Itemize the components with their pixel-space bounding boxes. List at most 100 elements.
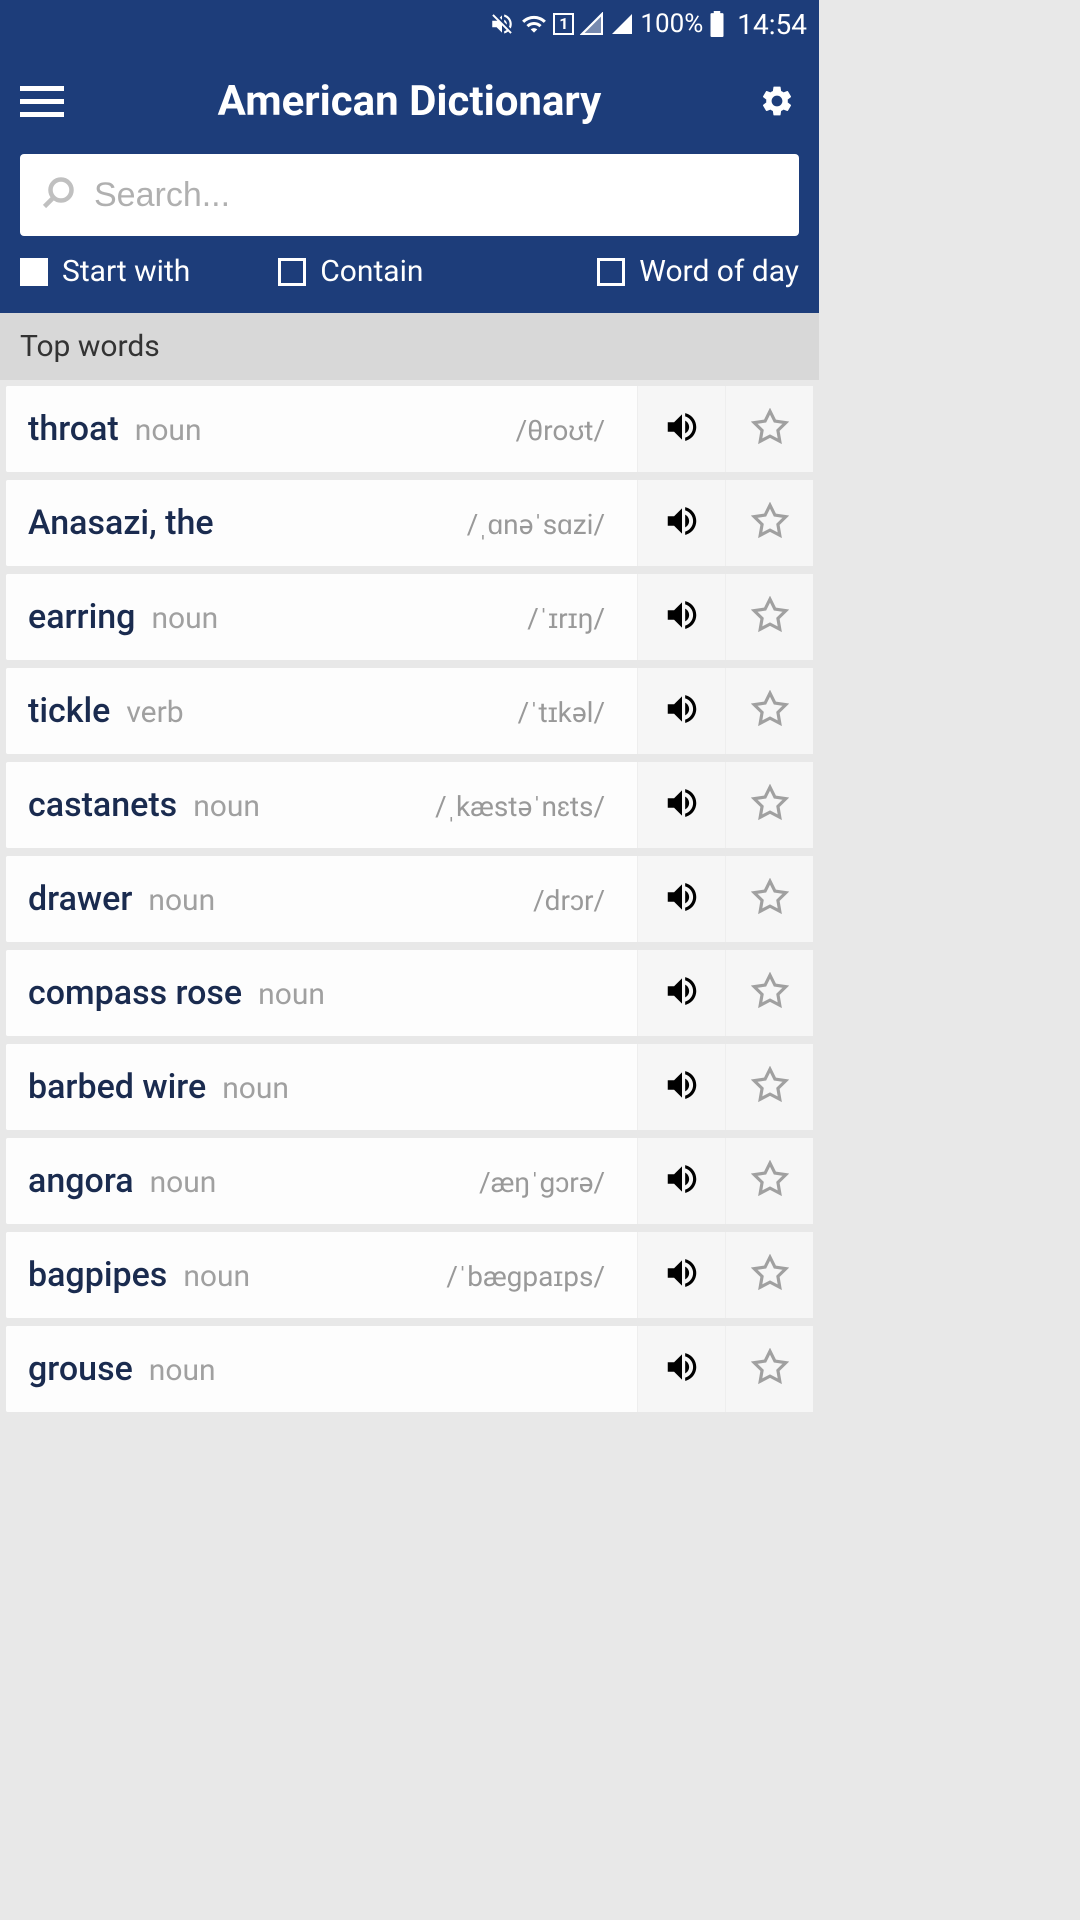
word-text: Anasazi, the	[28, 503, 214, 543]
filter-contain[interactable]: Contain	[278, 254, 423, 289]
word-phonetic: /ˌɑnəˈsɑzi/	[467, 508, 605, 541]
star-icon	[751, 878, 789, 920]
word-pos: noun	[193, 789, 260, 824]
star-icon	[751, 1160, 789, 1202]
word-row: compass rosenoun	[6, 950, 813, 1036]
search-input[interactable]	[94, 176, 787, 215]
word-row: castanets noun/ˌkæstəˈnɛts/	[6, 762, 813, 848]
star-icon	[751, 1066, 789, 1108]
word-text: bagpipes	[28, 1255, 167, 1295]
search-icon	[40, 175, 76, 215]
favorite-button[interactable]	[725, 386, 813, 472]
word-phonetic: /ˈɪrɪŋ/	[527, 602, 605, 635]
word-entry[interactable]: bagpipesnoun/ˈbægpaɪps/	[6, 1255, 637, 1295]
favorite-button[interactable]	[725, 574, 813, 660]
play-audio-button[interactable]	[637, 1232, 725, 1318]
favorite-button[interactable]	[725, 668, 813, 754]
favorite-button[interactable]	[725, 1044, 813, 1130]
wifi-icon	[521, 11, 547, 37]
play-audio-button[interactable]	[637, 668, 725, 754]
speaker-icon	[663, 502, 701, 544]
filter-label: Word of day	[639, 254, 799, 289]
filter-start-with[interactable]: Start with	[20, 254, 190, 289]
status-icons: 1 100%	[489, 9, 725, 39]
speaker-icon	[663, 972, 701, 1014]
favorite-button[interactable]	[725, 1326, 813, 1412]
play-audio-button[interactable]	[637, 1138, 725, 1224]
sim-indicator: 1	[553, 13, 574, 35]
speaker-icon	[663, 690, 701, 732]
favorite-button[interactable]	[725, 950, 813, 1036]
filter-word-of-day[interactable]: Word of day	[597, 254, 799, 289]
word-entry[interactable]: tickle verb/ˈtɪkəl/	[6, 691, 637, 731]
word-entry[interactable]: castanets noun/ˌkæstəˈnɛts/	[6, 785, 637, 825]
word-entry[interactable]: throatnoun/θroʊt/	[6, 409, 637, 449]
favorite-button[interactable]	[725, 856, 813, 942]
play-audio-button[interactable]	[637, 480, 725, 566]
word-text: throat	[28, 409, 119, 449]
section-header: Top words	[0, 313, 819, 380]
play-audio-button[interactable]	[637, 574, 725, 660]
word-entry[interactable]: angora noun/æŋˈgɔrə/	[6, 1161, 637, 1201]
favorite-button[interactable]	[725, 1232, 813, 1318]
star-icon	[751, 690, 789, 732]
word-pos: noun	[149, 1353, 216, 1388]
word-pos: noun	[150, 1165, 217, 1200]
star-icon	[751, 784, 789, 826]
word-phonetic: /ˌkæstəˈnɛts/	[435, 790, 605, 823]
play-audio-button[interactable]	[637, 386, 725, 472]
favorite-button[interactable]	[725, 480, 813, 566]
favorite-button[interactable]	[725, 762, 813, 848]
word-entry[interactable]: barbed wirenoun	[6, 1067, 637, 1107]
checkbox-contain[interactable]	[278, 258, 306, 286]
word-phonetic: /ˈbægpaɪps/	[446, 1260, 605, 1293]
star-icon	[751, 972, 789, 1014]
word-row: earring noun/ˈɪrɪŋ/	[6, 574, 813, 660]
speaker-icon	[663, 1160, 701, 1202]
play-audio-button[interactable]	[637, 1326, 725, 1412]
word-text: tickle	[28, 691, 110, 731]
play-audio-button[interactable]	[637, 762, 725, 848]
app-header: American Dictionary Start with Contain W…	[0, 48, 819, 313]
word-row: Anasazi, the/ˌɑnəˈsɑzi/	[6, 480, 813, 566]
search-bar[interactable]	[20, 154, 799, 236]
word-text: angora	[28, 1161, 134, 1201]
word-entry[interactable]: earring noun/ˈɪrɪŋ/	[6, 597, 637, 637]
speaker-icon	[663, 784, 701, 826]
status-bar: 1 100% 14:54	[0, 0, 819, 48]
play-audio-button[interactable]	[637, 1044, 725, 1130]
star-icon	[751, 408, 789, 450]
word-entry[interactable]: Anasazi, the/ˌɑnəˈsɑzi/	[6, 503, 637, 543]
word-text: castanets	[28, 785, 177, 825]
speaker-icon	[663, 408, 701, 450]
signal-icon-1	[580, 12, 604, 36]
battery-percent: 100%	[640, 9, 703, 39]
play-audio-button[interactable]	[637, 950, 725, 1036]
word-pos: noun	[135, 413, 202, 448]
word-row: bagpipesnoun/ˈbægpaɪps/	[6, 1232, 813, 1318]
settings-icon[interactable]	[755, 79, 799, 123]
filter-label: Contain	[320, 254, 423, 289]
word-row: drawernoun/drɔr/	[6, 856, 813, 942]
page-title: American Dictionary	[64, 77, 755, 126]
word-text: earring	[28, 597, 135, 637]
star-icon	[751, 1254, 789, 1296]
speaker-icon	[663, 596, 701, 638]
word-entry[interactable]: grousenoun	[6, 1349, 637, 1389]
word-row: throatnoun/θroʊt/	[6, 386, 813, 472]
filter-label: Start with	[62, 254, 190, 289]
speaker-icon	[663, 1254, 701, 1296]
word-entry[interactable]: drawernoun/drɔr/	[6, 879, 637, 919]
play-audio-button[interactable]	[637, 856, 725, 942]
checkbox-word-of-day[interactable]	[597, 258, 625, 286]
word-phonetic: /æŋˈgɔrə/	[479, 1166, 605, 1199]
checkbox-start-with[interactable]	[20, 258, 48, 286]
word-entry[interactable]: compass rosenoun	[6, 973, 637, 1013]
word-phonetic: /ˈtɪkəl/	[518, 696, 605, 729]
word-pos: verb	[126, 695, 183, 730]
word-row: barbed wirenoun	[6, 1044, 813, 1130]
word-pos: noun	[151, 601, 218, 636]
star-icon	[751, 596, 789, 638]
menu-icon[interactable]	[20, 79, 64, 123]
favorite-button[interactable]	[725, 1138, 813, 1224]
